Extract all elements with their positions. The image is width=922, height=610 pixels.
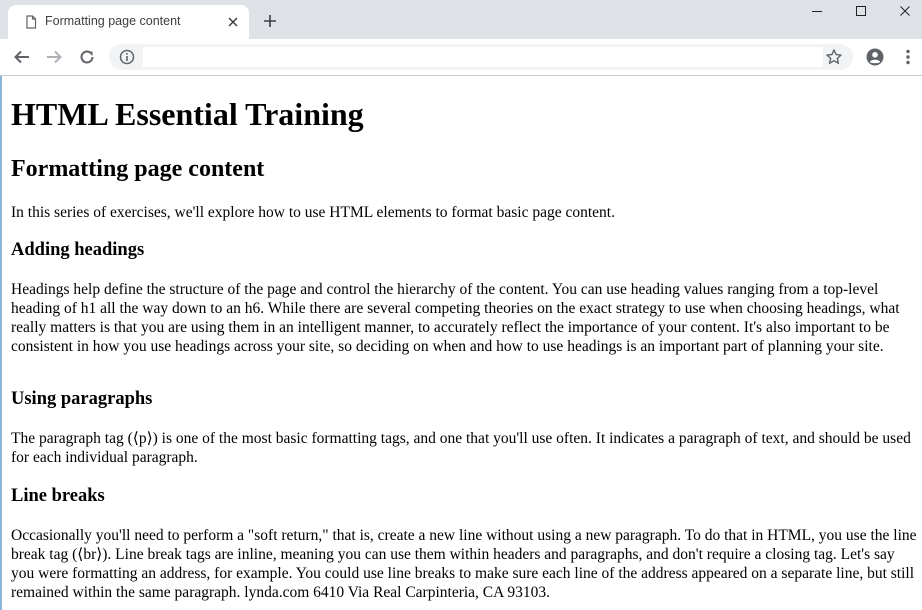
page-content: HTML Essential Training Formatting page … bbox=[0, 76, 922, 610]
star-icon[interactable] bbox=[825, 48, 843, 66]
more-vertical-icon[interactable] bbox=[899, 48, 917, 66]
account-icon[interactable] bbox=[866, 48, 884, 66]
reload-icon[interactable] bbox=[78, 48, 96, 66]
info-icon[interactable] bbox=[119, 49, 135, 65]
maximize-icon bbox=[856, 6, 866, 16]
tab-title: Formatting page content bbox=[45, 14, 181, 28]
page-heading: Formatting page content bbox=[11, 156, 265, 182]
plus-icon[interactable] bbox=[262, 13, 278, 29]
section-body-using-paragraphs: The paragraph tag (⟨p⟩) is one of the mo… bbox=[11, 430, 911, 466]
close-icon[interactable] bbox=[226, 15, 240, 29]
arrow-right-icon[interactable] bbox=[45, 48, 63, 66]
section-heading-adding-headings: Adding headings bbox=[11, 240, 145, 260]
browser-toolbar bbox=[0, 39, 922, 76]
address-bar[interactable] bbox=[109, 44, 853, 70]
site-title: HTML Essential Training bbox=[11, 96, 364, 132]
intro-paragraph: In this series of exercises, we'll explo… bbox=[11, 204, 615, 221]
minimize-icon bbox=[812, 11, 822, 12]
section-body-line-breaks: Occasionally you'll need to perform a "s… bbox=[11, 527, 917, 601]
arrow-left-icon[interactable] bbox=[13, 48, 31, 66]
maximize-button[interactable] bbox=[838, 0, 884, 28]
section-heading-using-paragraphs: Using paragraphs bbox=[11, 389, 153, 409]
document-icon bbox=[26, 15, 37, 29]
address-input[interactable] bbox=[143, 47, 823, 67]
minimize-button[interactable] bbox=[794, 0, 840, 28]
tab-formatting-page-content[interactable]: Formatting page content bbox=[8, 5, 249, 39]
section-heading-line-breaks: Line breaks bbox=[11, 486, 105, 506]
close-icon bbox=[900, 6, 910, 16]
section-body-adding-headings: Headings help define the structure of th… bbox=[11, 281, 900, 355]
browser-titlebar: Formatting page content bbox=[0, 0, 922, 39]
close-window-button[interactable] bbox=[882, 0, 922, 28]
